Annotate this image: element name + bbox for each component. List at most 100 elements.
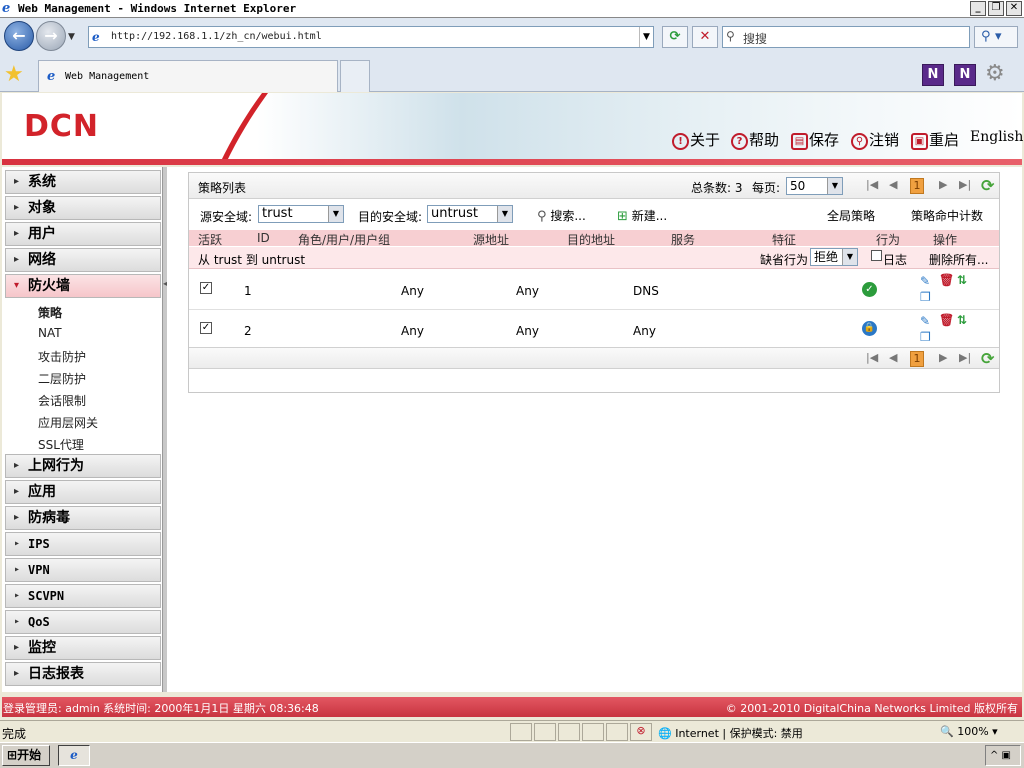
active-checkbox[interactable]: ✓	[200, 282, 212, 294]
status-segment	[534, 723, 556, 741]
status-segment	[582, 723, 604, 741]
key-icon: ⚲	[851, 133, 868, 150]
log-checkbox[interactable]	[871, 250, 882, 261]
onenote-icon[interactable]: N	[922, 64, 944, 86]
submenu-nat[interactable]: NAT	[38, 326, 62, 340]
onenote-send-icon[interactable]: N	[954, 64, 976, 86]
favorites-star-icon[interactable]: ★	[4, 62, 24, 87]
back-button[interactable]: ←	[4, 21, 34, 51]
about-link[interactable]: ! 关于	[672, 129, 720, 150]
menu-users[interactable]: 用户	[5, 222, 161, 246]
ie-page-icon: e	[47, 69, 56, 84]
start-button[interactable]: ⊞开始	[2, 745, 50, 766]
chevron-down-icon: ▼	[328, 206, 343, 222]
menu-vpn[interactable]: VPN	[5, 558, 161, 582]
move-icon[interactable]: ⇅	[957, 313, 967, 327]
default-action-select[interactable]: 拒绝 ▼	[810, 248, 858, 266]
menu-log-report[interactable]: 日志报表	[5, 662, 161, 686]
maximize-button[interactable]: ❐	[988, 1, 1004, 16]
zoom-level[interactable]: 🔍 100% ▾	[940, 725, 998, 738]
table-row: ✓ 2 Any Any Any 🔒 ✎ 🗑 ⇅ ❐	[189, 310, 999, 350]
new-policy-button[interactable]: ⊞ 新建...	[617, 207, 667, 224]
active-checkbox[interactable]: ✓	[200, 322, 212, 334]
chevron-down-icon[interactable]: ▼	[639, 27, 653, 47]
global-policy-link[interactable]: 全局策略	[827, 207, 875, 224]
dst-zone-select[interactable]: untrust ▼	[427, 205, 513, 223]
menu-monitor[interactable]: 监控	[5, 636, 161, 660]
first-page-icon[interactable]: |◀	[866, 178, 878, 191]
next-page-icon[interactable]: ▶	[939, 351, 947, 364]
address-field[interactable]: e http://192.168.1.1/zh_cn/webui.html ▼	[88, 26, 654, 48]
edit-icon[interactable]: ✎	[920, 314, 930, 328]
logout-link[interactable]: ⚲ 注销	[851, 129, 899, 150]
search-button[interactable]: ⚲ ▾	[974, 26, 1018, 48]
prev-page-icon[interactable]: ◀	[889, 351, 897, 364]
window-title: Web Management - Windows Internet Explor…	[18, 2, 297, 15]
move-icon[interactable]: ⇅	[957, 273, 967, 287]
refresh-icon[interactable]: ⟳	[981, 349, 994, 368]
submenu-ssl-proxy[interactable]: SSL代理	[38, 436, 84, 453]
forward-button[interactable]: →	[36, 21, 66, 51]
history-dropdown-icon[interactable]: ▼	[68, 32, 80, 42]
menu-network[interactable]: 网络	[5, 248, 161, 272]
minimize-button[interactable]: _	[970, 1, 986, 16]
panel-title: 策略列表	[198, 181, 247, 195]
delete-all-button[interactable]: 删除所有...	[929, 251, 988, 268]
save-link[interactable]: ▤ 保存	[791, 129, 839, 150]
search-button[interactable]: ⚲ 搜索...	[537, 207, 586, 224]
menu-qos[interactable]: QoS	[5, 610, 161, 634]
copy-icon[interactable]: ❐	[920, 290, 931, 304]
menu-objects[interactable]: 对象	[5, 196, 161, 220]
col-operation: 操作	[933, 233, 958, 247]
menu-antivirus[interactable]: 防病毒	[5, 506, 161, 530]
chevron-down-icon: ▼	[497, 206, 512, 222]
menu-scvpn[interactable]: SCVPN	[5, 584, 161, 608]
delete-icon[interactable]: 🗑	[939, 313, 954, 327]
next-page-icon[interactable]: ▶	[939, 178, 947, 191]
col-service: 服务	[671, 233, 696, 247]
service: DNS	[633, 284, 659, 298]
src-zone-select[interactable]: trust ▼	[258, 205, 344, 223]
per-page-select[interactable]: 50 ▼	[786, 177, 843, 195]
english-link[interactable]: English	[970, 129, 1023, 145]
chevron-down-icon: ▼	[842, 249, 857, 265]
last-page-icon[interactable]: ▶|	[959, 351, 971, 364]
last-page-icon[interactable]: ▶|	[959, 178, 971, 191]
menu-ips[interactable]: IPS	[5, 532, 161, 556]
submenu-layer2-defense[interactable]: 二层防护	[38, 370, 86, 387]
status-segment	[606, 723, 628, 741]
ie-title-bar: e Web Management - Windows Internet Expl…	[0, 0, 1024, 18]
first-page-icon[interactable]: |◀	[866, 351, 878, 364]
copy-icon[interactable]: ❐	[920, 330, 931, 344]
menu-system[interactable]: 系统	[5, 170, 161, 194]
prev-page-icon[interactable]: ◀	[889, 178, 897, 191]
search-box[interactable]: ⚲ 搜搜	[722, 26, 970, 48]
popup-blocked-icon[interactable]: ⊗	[630, 723, 652, 741]
gear-icon[interactable]: ⚙	[985, 61, 1005, 86]
tab-web-management[interactable]: e Web Management	[38, 60, 338, 92]
close-window-button[interactable]: ✕	[1006, 1, 1022, 16]
reboot-link[interactable]: ▣ 重启	[911, 129, 959, 150]
menu-web-behavior[interactable]: 上网行为	[5, 454, 161, 478]
submenu-alg[interactable]: 应用层网关	[38, 414, 98, 431]
menu-application[interactable]: 应用	[5, 480, 161, 504]
submenu-attack-defense[interactable]: 攻击防护	[38, 348, 86, 365]
stop-button[interactable]: ✕	[692, 26, 718, 48]
hit-count-link[interactable]: 策略命中计数	[911, 207, 983, 224]
edit-icon[interactable]: ✎	[920, 274, 930, 288]
submenu-session-limit[interactable]: 会话限制	[38, 392, 86, 409]
security-zone[interactable]: 🌐 Internet | 保护模式: 禁用	[658, 725, 803, 741]
src-address: Any	[401, 324, 424, 338]
dst-address: Any	[516, 284, 539, 298]
delete-icon[interactable]: 🗑	[939, 273, 954, 287]
refresh-icon[interactable]: ⟳	[981, 176, 994, 195]
refresh-button[interactable]: ⟳	[662, 26, 688, 48]
submenu-policy[interactable]: 策略	[38, 304, 62, 321]
page-icon: e	[92, 30, 100, 44]
app-footer: 登录管理员: admin 系统时间: 2000年1月1日 星期六 08:36:4…	[2, 697, 1022, 717]
new-tab-button[interactable]	[340, 60, 370, 92]
menu-firewall[interactable]: 防火墙	[5, 274, 161, 298]
help-link[interactable]: ? 帮助	[731, 129, 779, 150]
taskbar-ie-icon[interactable]: e	[58, 745, 90, 766]
search-placeholder: 搜搜	[743, 32, 768, 46]
